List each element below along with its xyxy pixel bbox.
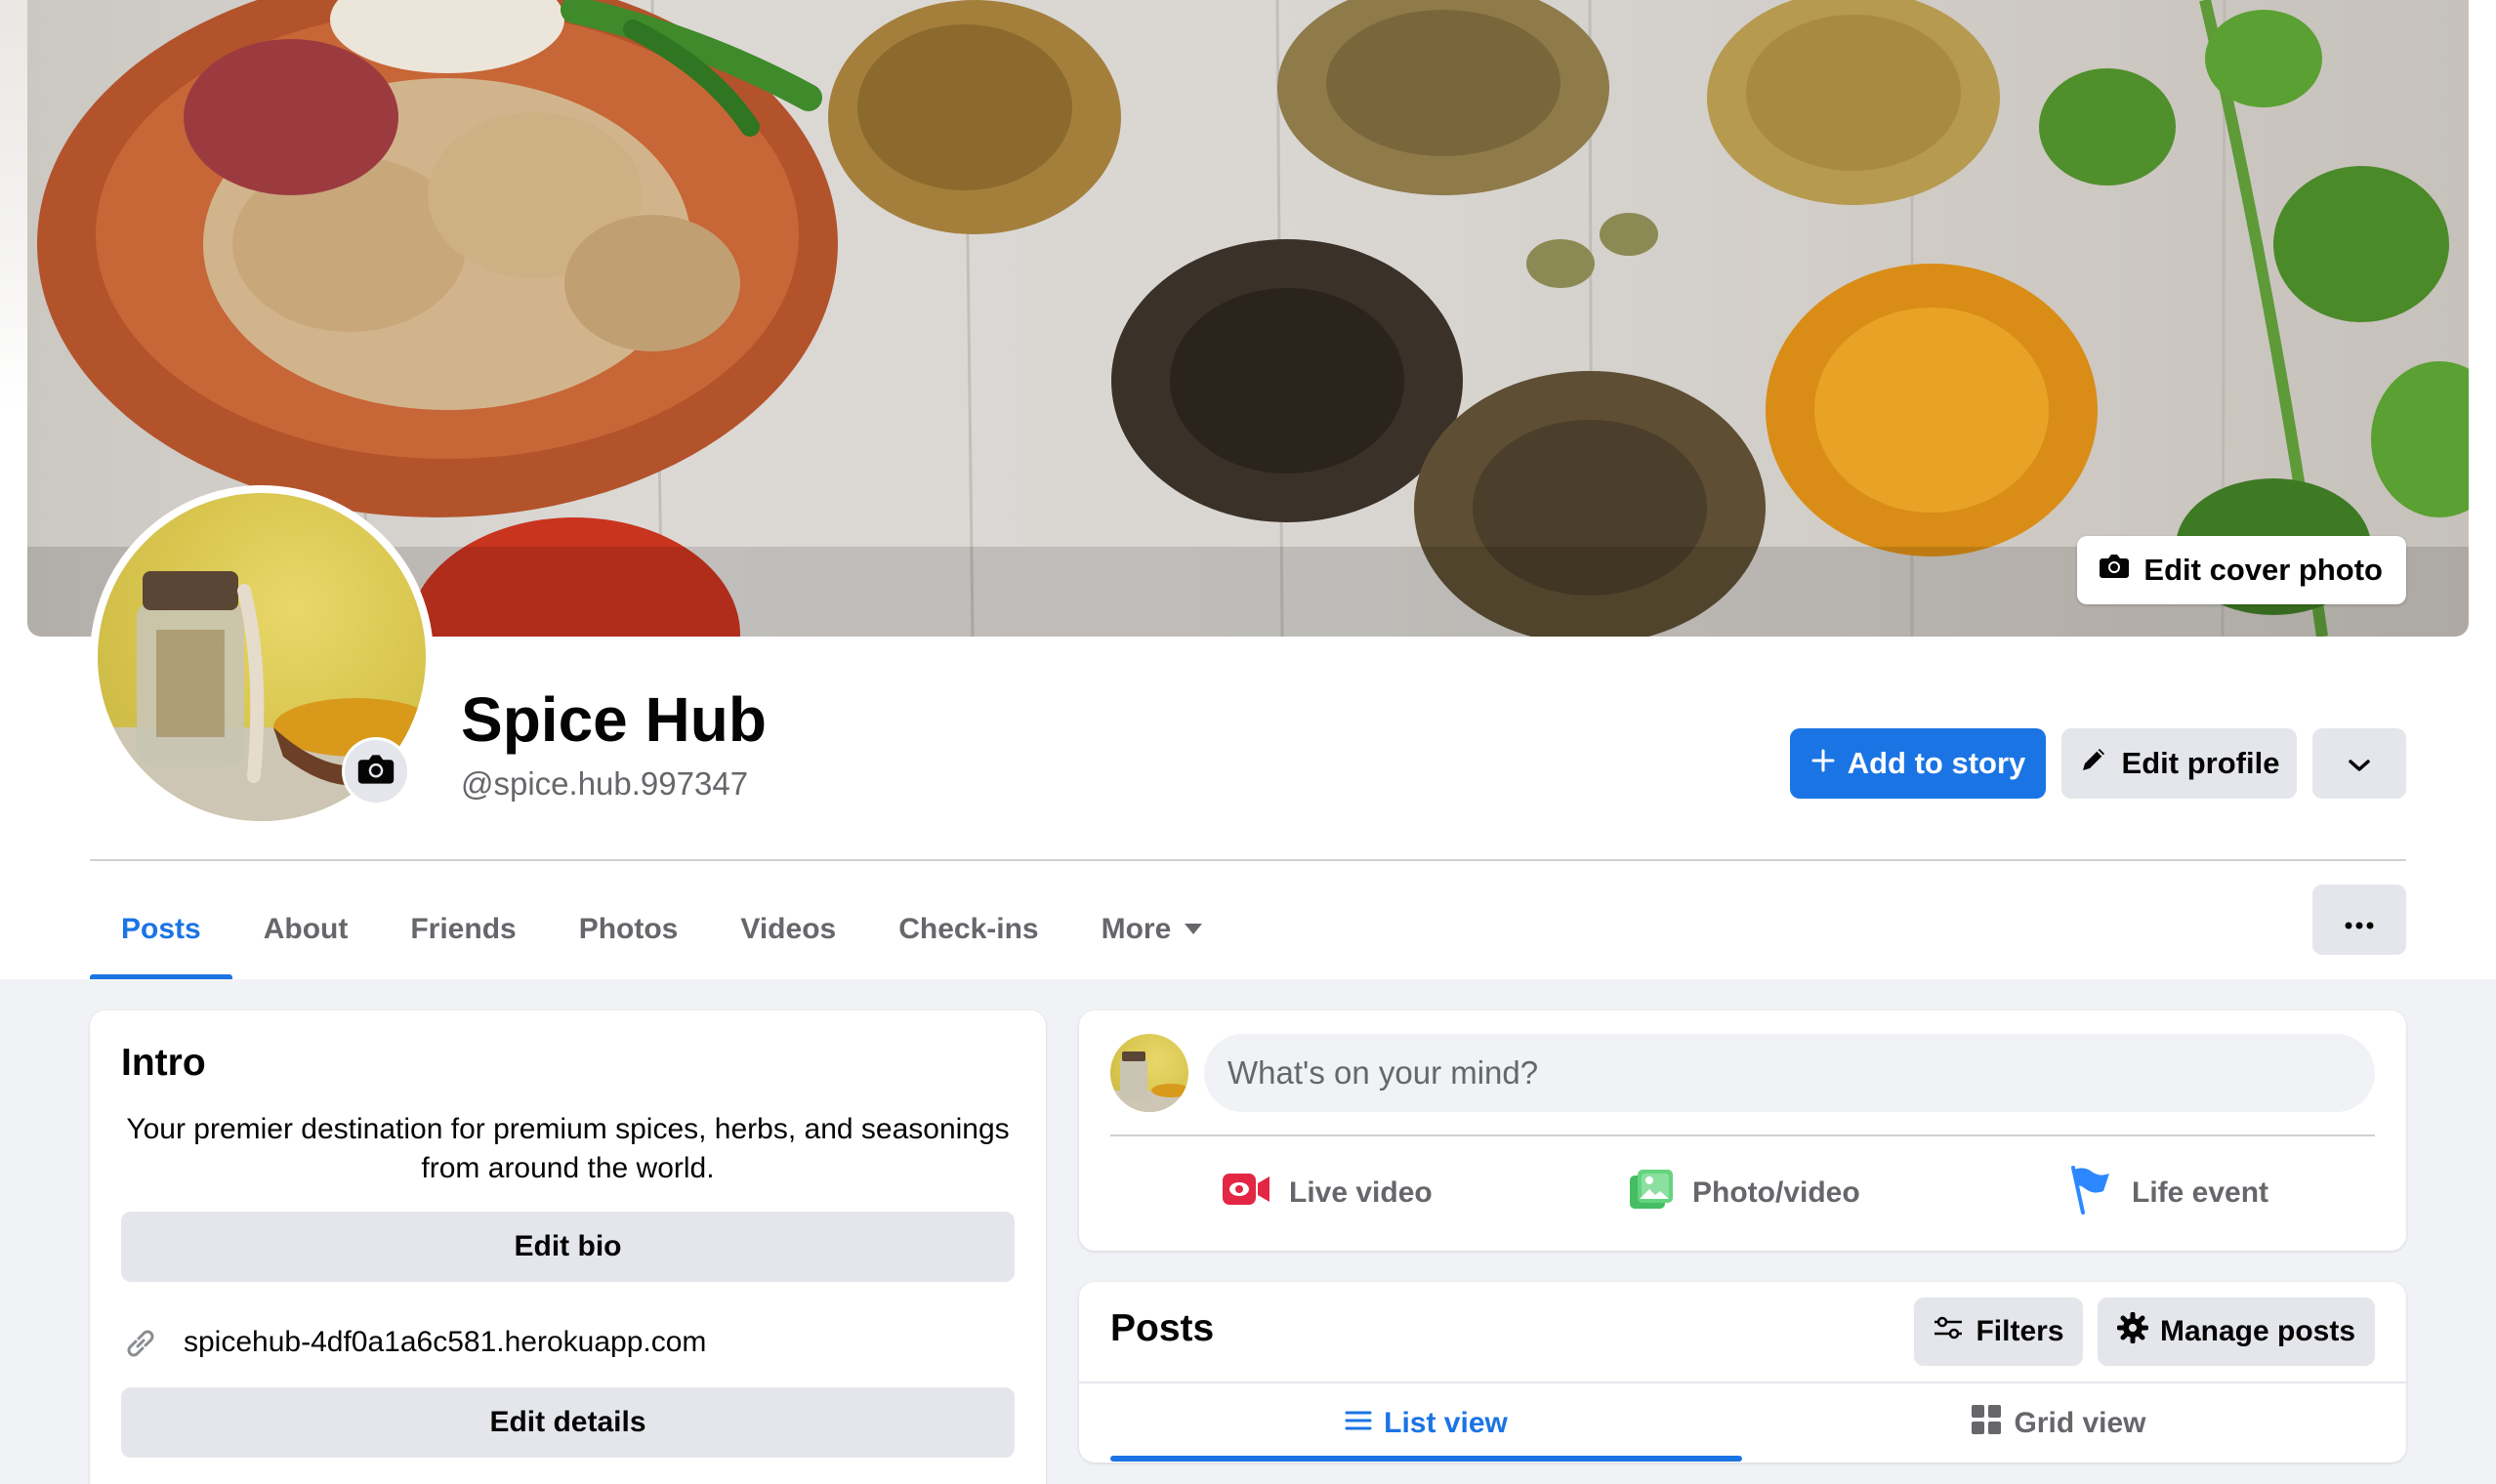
manage-posts-button[interactable]: Manage posts: [2098, 1298, 2375, 1366]
posts-section: Posts Filters Manage posts List view Gri…: [1079, 1282, 2406, 1463]
tab-list-view[interactable]: List view: [1110, 1383, 1742, 1463]
intro-card: Intro Your premier destination for premi…: [90, 1010, 1046, 1484]
add-to-story-button[interactable]: Add to story: [1790, 728, 2046, 799]
live-video-button[interactable]: Live video: [1221, 1157, 1433, 1229]
tab-about[interactable]: About: [232, 879, 380, 979]
tab-grid-view[interactable]: Grid view: [1742, 1383, 2375, 1463]
edit-bio-button[interactable]: Edit bio: [121, 1212, 1015, 1282]
profile-options-dropdown[interactable]: [2312, 728, 2406, 799]
camera-icon: [2099, 553, 2130, 588]
edit-profile-label: Edit profile: [2121, 746, 2280, 780]
posts-title: Posts: [1110, 1307, 1215, 1349]
tab-photos[interactable]: Photos: [548, 879, 710, 979]
tab-videos[interactable]: Videos: [709, 879, 867, 979]
page-title: Spice Hub: [461, 684, 767, 755]
edit-profile-button[interactable]: Edit profile: [2061, 728, 2297, 799]
manage-posts-label: Manage posts: [2159, 1315, 2356, 1347]
camera-icon: [356, 753, 395, 791]
more-options-button[interactable]: [2312, 885, 2406, 955]
filters-button[interactable]: Filters: [1914, 1298, 2083, 1366]
grid-view-label: Grid view: [2014, 1406, 2146, 1439]
caret-down-icon: [1185, 924, 1203, 934]
photo-video-label: Photo/video: [1692, 1176, 1860, 1209]
tab-more-label: More: [1101, 912, 1172, 945]
edit-details-button[interactable]: Edit details: [121, 1387, 1015, 1458]
sliders-icon: [1933, 1315, 1964, 1348]
filters-label: Filters: [1976, 1315, 2064, 1347]
list-icon: [1345, 1407, 1372, 1440]
chevron-down-icon: [2347, 746, 2372, 781]
pencil-icon: [2079, 745, 2108, 782]
intro-bio: Your premier destination for premium spi…: [126, 1113, 1010, 1184]
grid-icon: [1971, 1404, 2002, 1443]
life-event-button[interactable]: Life event: [2067, 1157, 2268, 1229]
cover-photo[interactable]: Edit cover photo: [27, 0, 2469, 637]
page-handle: @spice.hub.997347: [461, 765, 749, 802]
plus-icon: [1810, 746, 1836, 781]
post-composer: What's on your mind? Live video Photo/vi…: [1079, 1010, 2406, 1251]
live-video-label: Live video: [1289, 1176, 1433, 1209]
update-profile-picture-button[interactable]: [342, 737, 410, 805]
page-edge-fade: [0, 0, 27, 410]
photo-video-button[interactable]: Photo/video: [1628, 1157, 1860, 1229]
intro-title: Intro: [121, 1042, 206, 1084]
link-icon: [121, 1324, 160, 1368]
edit-cover-photo-button[interactable]: Edit cover photo: [2077, 536, 2406, 604]
live-video-icon: [1221, 1170, 1271, 1216]
header-divider: [90, 859, 2406, 861]
composer-divider: [1110, 1134, 2375, 1136]
life-event-label: Life event: [2132, 1176, 2269, 1209]
tab-check-ins[interactable]: Check-ins: [867, 879, 1069, 979]
website-link[interactable]: spicehub-4df0a1a6c581.herokuapp.com: [184, 1326, 706, 1359]
profile-tabs: Posts About Friends Photos Videos Check-…: [90, 879, 1233, 979]
photo-icon: [1628, 1168, 1675, 1218]
tab-friends[interactable]: Friends: [379, 879, 547, 979]
avatar[interactable]: [1110, 1034, 1188, 1112]
flag-icon: [2067, 1164, 2114, 1222]
tab-more[interactable]: More: [1070, 879, 1234, 979]
add-to-story-label: Add to story: [1847, 746, 2026, 780]
active-tab-indicator: [1110, 1456, 1742, 1462]
ellipsis-icon: [2345, 902, 2374, 937]
composer-input[interactable]: What's on your mind?: [1204, 1034, 2375, 1112]
tab-posts[interactable]: Posts: [90, 879, 232, 979]
edit-cover-photo-label: Edit cover photo: [2143, 553, 2383, 587]
list-view-label: List view: [1384, 1406, 1508, 1439]
gear-icon: [2116, 1311, 2149, 1351]
